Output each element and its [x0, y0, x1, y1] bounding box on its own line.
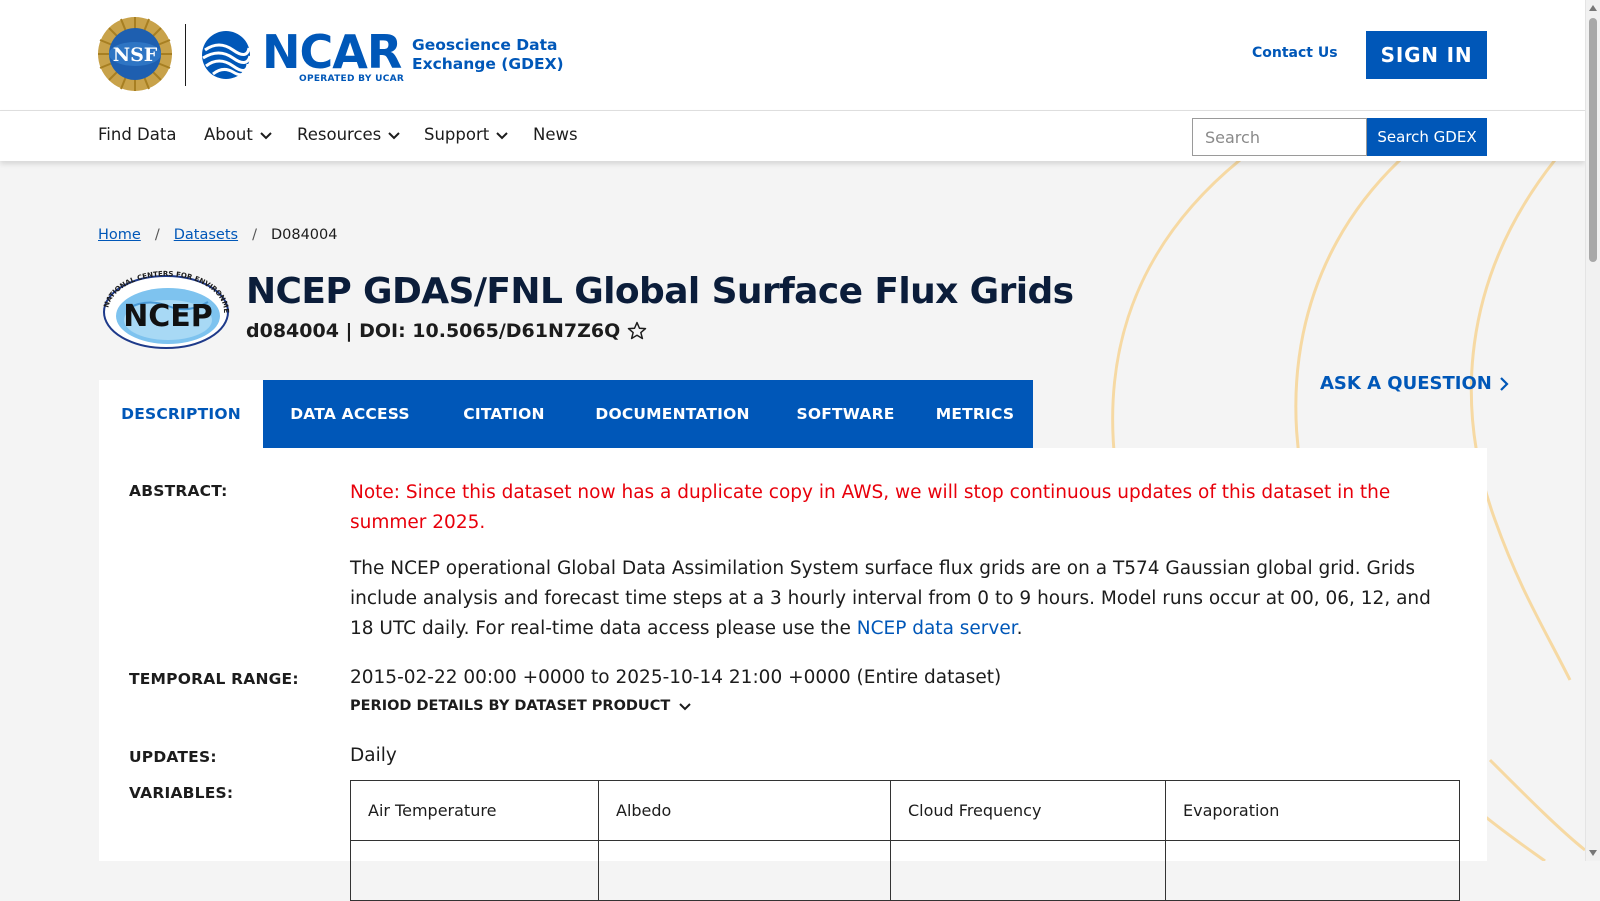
scroll-down-arrow-icon[interactable]: [1589, 850, 1597, 856]
abstract-text: The NCEP operational Global Data Assimil…: [350, 554, 1460, 644]
nav-item-resources[interactable]: Resources: [297, 125, 401, 144]
temporal-range-label: TEMPORAL RANGE:: [129, 670, 299, 688]
tab-citation[interactable]: CITATION: [437, 380, 571, 448]
tab-data-access[interactable]: DATA ACCESS: [263, 380, 437, 448]
table-row: [350, 840, 1460, 901]
tab-description[interactable]: DESCRIPTION: [99, 380, 263, 448]
abstract-note: Note: Since this dataset now has a dupli…: [350, 482, 1391, 533]
star-icon[interactable]: [626, 320, 648, 342]
scroll-up-arrow-icon[interactable]: [1589, 5, 1597, 11]
variables-label: VARIABLES:: [129, 784, 234, 802]
tab-documentation[interactable]: DOCUMENTATION: [571, 380, 774, 448]
ask-a-question-label: ASK A QUESTION: [1320, 373, 1492, 394]
ask-a-question-link[interactable]: ASK A QUESTION: [1320, 373, 1510, 394]
site-title[interactable]: Geoscience Data Exchange (GDEX): [412, 36, 582, 74]
ncep-data-server-link[interactable]: NCEP data server: [857, 618, 1017, 639]
variable-cell: [1165, 840, 1460, 901]
updates-value: Daily: [350, 745, 397, 766]
chevron-down-icon: [260, 131, 272, 139]
nav-item-support[interactable]: Support: [424, 125, 509, 144]
variable-cell: Cloud Frequency: [890, 780, 1166, 841]
temporal-range-value: 2015-02-22 00:00 +0000 to 2025-10-14 21:…: [350, 667, 1002, 688]
tab-software[interactable]: SOFTWARE: [774, 380, 917, 448]
breadcrumb-separator: /: [154, 227, 160, 243]
site-header: NSF NCAR OPERATED BY UCAR Geoscience Dat…: [0, 0, 1585, 111]
updates-label: UPDATES:: [129, 748, 217, 766]
contact-us-link[interactable]: Contact Us: [1252, 45, 1338, 61]
nav-item-about[interactable]: About: [204, 125, 273, 144]
nav-item-label: Resources: [297, 125, 382, 144]
scrollbar-thumb[interactable]: [1589, 18, 1597, 262]
ncar-subtitle: OPERATED BY UCAR: [299, 74, 405, 84]
svg-text:NSF: NSF: [113, 44, 158, 66]
period-details-toggle[interactable]: PERIOD DETAILS BY DATASET PRODUCT: [350, 698, 692, 714]
chevron-right-icon: [1500, 376, 1509, 391]
chevron-down-icon: [388, 131, 400, 139]
period-details-label: PERIOD DETAILS BY DATASET PRODUCT: [350, 698, 671, 714]
variable-cell: [598, 840, 891, 901]
search-input[interactable]: [1192, 118, 1367, 156]
dataset-doi: d084004 | DOI: 10.5065/D61N7Z6Q: [246, 320, 621, 342]
variable-cell: [890, 840, 1166, 901]
description-panel: ABSTRACT: Note: Since this dataset now h…: [99, 448, 1487, 901]
sign-in-button[interactable]: SIGN IN: [1366, 31, 1487, 79]
variable-cell: Air Temperature: [350, 780, 599, 841]
variables-table: Air Temperature Albedo Cloud Frequency E…: [350, 780, 1460, 901]
page-title: NCEP GDAS/FNL Global Surface Flux Grids: [246, 271, 1074, 312]
variable-cell: Albedo: [598, 780, 891, 841]
abstract-end-punct: .: [1016, 618, 1023, 639]
table-row: Air Temperature Albedo Cloud Frequency E…: [350, 780, 1460, 841]
nav-item-find-data[interactable]: Find Data: [98, 125, 176, 144]
breadcrumb-current: D084004: [270, 227, 338, 243]
nav-item-label: News: [533, 125, 578, 144]
logo-divider: [185, 24, 186, 86]
abstract-label: ABSTRACT:: [129, 482, 228, 500]
chevron-down-icon: [679, 703, 691, 711]
breadcrumb-datasets-link[interactable]: Datasets: [174, 227, 238, 243]
variable-cell: [350, 840, 599, 901]
nav-item-label: Support: [424, 125, 490, 144]
ncar-globe-icon[interactable]: [201, 30, 251, 80]
nsf-logo[interactable]: NSF: [97, 16, 173, 92]
doi-line: d084004 | DOI: 10.5065/D61N7Z6Q: [246, 320, 648, 342]
dataset-tabs: DESCRIPTION DATA ACCESS CITATION DOCUMEN…: [99, 380, 1033, 448]
page-scrollbar[interactable]: [1585, 0, 1600, 861]
variable-cell: Evaporation: [1165, 780, 1460, 841]
chevron-down-icon: [496, 131, 508, 139]
breadcrumb-separator: /: [252, 227, 257, 243]
ncar-wordmark[interactable]: NCAR: [262, 26, 402, 78]
ncep-logo: NATIONAL CENTERS FOR ENVIRONMENTAL PREDI…: [98, 268, 230, 349]
main-nav: Find Data About Resources Support News S…: [0, 111, 1585, 161]
tab-metrics[interactable]: METRICS: [917, 380, 1033, 448]
nav-item-label: About: [204, 125, 253, 144]
nav-item-news[interactable]: News: [533, 125, 578, 144]
nav-item-label: Find Data: [98, 125, 177, 144]
svg-text:NCEP: NCEP: [123, 299, 213, 334]
breadcrumb: Home / Datasets / D084004: [98, 227, 337, 243]
breadcrumb-home-link[interactable]: Home: [98, 227, 141, 243]
search-gdex-button[interactable]: Search GDEX: [1367, 118, 1487, 156]
